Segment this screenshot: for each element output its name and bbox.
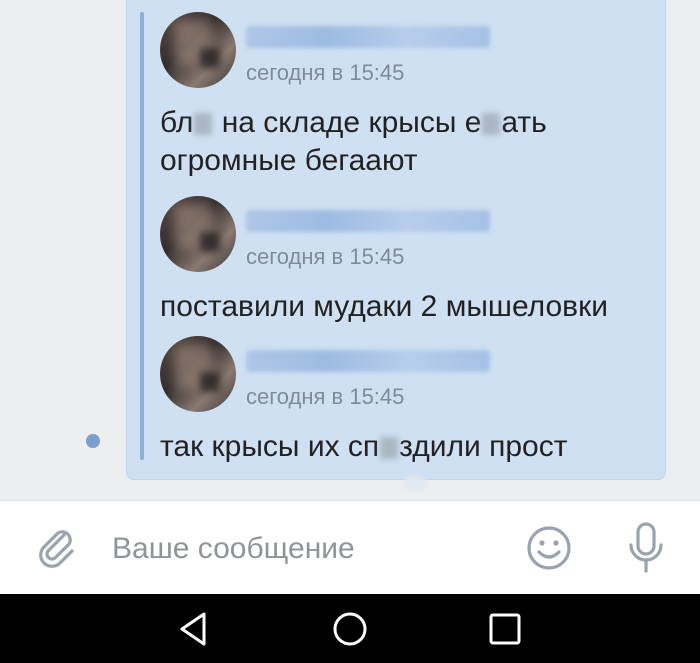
square-recents-icon[interactable] <box>484 608 526 650</box>
message-timestamp: сегодня в 15:45 <box>246 244 405 269</box>
forwarded-message[interactable]: сегодня в 15:45 так крысы их сп здили про… <box>160 336 660 466</box>
message-text: бл на складе крысы е ать огромные бегаают <box>160 106 547 177</box>
message-composer: Ваше сообщение <box>0 500 700 594</box>
triangle-back-icon[interactable] <box>172 608 214 650</box>
screen: сегодня в 15:45 бл на складе крысы е ать … <box>0 0 700 663</box>
system-navigation-bar <box>0 594 700 663</box>
forwarded-message[interactable]: сегодня в 15:45 поставили мудаки 2 мышел… <box>160 196 660 326</box>
message-timestamp: сегодня в 15:45 <box>246 60 405 85</box>
forwarded-message[interactable]: сегодня в 15:45 бл на складе крысы е ать … <box>160 12 660 182</box>
sender-name-blurred[interactable] <box>246 210 490 232</box>
sender-name-blurred[interactable] <box>246 350 490 372</box>
sender-name-blurred[interactable] <box>246 26 490 48</box>
bubble-tail <box>402 476 428 490</box>
unread-indicator <box>86 434 100 448</box>
avatar[interactable] <box>160 12 236 88</box>
censor-blur <box>482 113 501 136</box>
microphone-icon[interactable] <box>626 521 666 575</box>
avatar[interactable] <box>160 196 236 272</box>
forwarded-quote-bar <box>140 12 144 460</box>
censor-blur <box>194 113 213 136</box>
paperclip-icon[interactable] <box>34 525 78 569</box>
message-input[interactable]: Ваше сообщение <box>112 529 492 569</box>
message-text: поставили мудаки 2 мышеловки <box>160 290 608 323</box>
circle-home-icon[interactable] <box>329 608 371 650</box>
message-timestamp: сегодня в 15:45 <box>246 384 405 409</box>
message-text: так крысы их сп здили прост <box>160 430 568 463</box>
avatar[interactable] <box>160 336 236 412</box>
censor-blur <box>380 437 399 460</box>
chat-area[interactable]: сегодня в 15:45 бл на складе крысы е ать … <box>0 0 700 500</box>
smiley-icon[interactable] <box>526 525 572 571</box>
